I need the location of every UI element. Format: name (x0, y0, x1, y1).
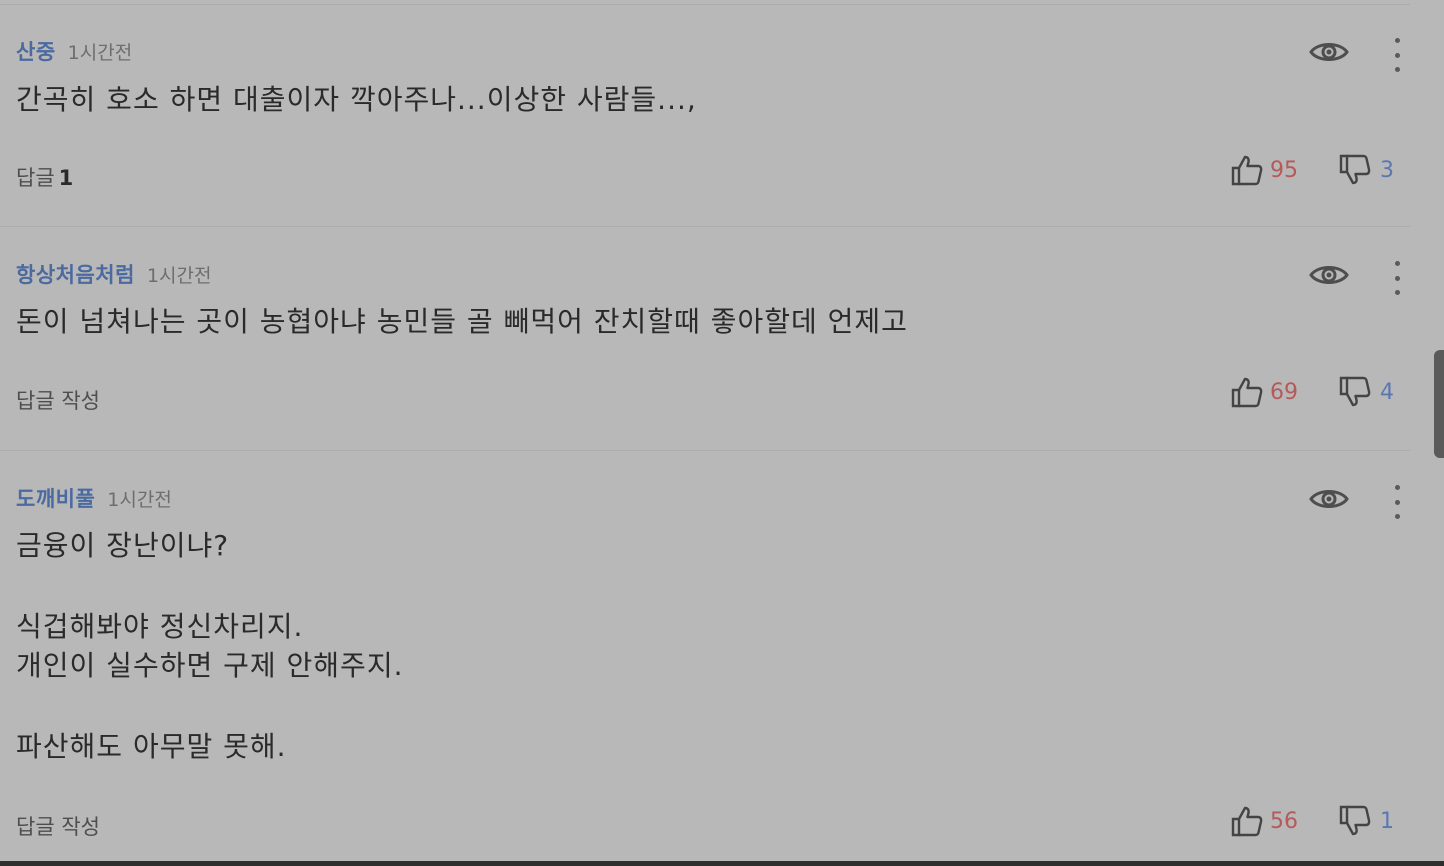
bottom-edge (0, 861, 1444, 866)
comment-time: 1시간전 (146, 265, 212, 287)
more-options-icon[interactable] (1388, 38, 1406, 72)
reply-label: 답글 작성 (16, 815, 100, 839)
comment-list: 산중 1시간전 간곡히 호소 하면 대출이자 깍아주나...이상한 사람들...… (0, 0, 1444, 866)
like-count: 56 (1270, 808, 1298, 834)
comment-author[interactable]: 도깨비풀 (16, 483, 95, 513)
dislike-count: 4 (1380, 379, 1394, 405)
comment-text: 간곡히 호소 하면 대출이자 깍아주나...이상한 사람들..., (16, 83, 697, 116)
comment-text-line: 식겁해봐야 정신차리지. (16, 610, 304, 643)
dislike-button[interactable]: 1 (1338, 804, 1394, 838)
comment-divider (0, 450, 1410, 451)
comment-header: 산중 1시간전 (16, 36, 132, 66)
like-button[interactable]: 56 (1230, 804, 1298, 838)
reply-button[interactable]: 답글 작성 (16, 385, 100, 415)
comment-text-line: 파산해도 아무말 못해. (16, 730, 287, 763)
reply-count: 1 (58, 166, 74, 190)
dislike-count: 3 (1380, 157, 1394, 183)
comment-header: 항상처음처럼 1시간전 (16, 259, 211, 289)
eye-icon[interactable] (1308, 261, 1350, 289)
comment-author[interactable]: 산중 (16, 36, 56, 66)
dislike-button[interactable]: 4 (1338, 375, 1394, 409)
thumbs-down-icon (1339, 154, 1371, 185)
top-divider (0, 4, 1410, 5)
dislike-count: 1 (1380, 808, 1394, 834)
comment-text: 돈이 넘쳐나는 곳이 농협아냐 농민들 골 빼먹어 잔치할때 좋아할데 언제고 (16, 305, 908, 338)
eye-icon[interactable] (1308, 38, 1350, 66)
thumbs-up-icon (1231, 377, 1263, 408)
reply-button[interactable]: 답글 1 (16, 162, 73, 192)
like-count: 95 (1270, 157, 1298, 183)
thumbs-down-icon (1339, 805, 1371, 836)
eye-icon[interactable] (1308, 485, 1350, 513)
comment-divider (0, 226, 1410, 227)
like-button[interactable]: 95 (1230, 153, 1298, 187)
reply-button[interactable]: 답글 작성 (16, 811, 100, 841)
more-options-icon[interactable] (1388, 261, 1406, 295)
reply-label: 답글 작성 (16, 389, 100, 413)
like-count: 69 (1270, 379, 1298, 405)
comment-time: 1시간전 (67, 42, 133, 64)
comment-time: 1시간전 (107, 489, 172, 511)
thumbs-up-icon (1231, 155, 1263, 186)
dislike-button[interactable]: 3 (1338, 153, 1394, 187)
comment-header: 도깨비풀 1시간전 (16, 483, 172, 513)
like-button[interactable]: 69 (1230, 375, 1298, 409)
scrollbar-handle[interactable] (1434, 350, 1444, 458)
reply-label: 답글 (16, 166, 55, 190)
comment-author[interactable]: 항상처음처럼 (16, 259, 135, 289)
thumbs-up-icon (1231, 806, 1263, 837)
comment-text-line: 금융이 장난이냐? (16, 529, 230, 562)
comment-text-line: 개인이 실수하면 구제 안해주지. (16, 649, 404, 682)
more-options-icon[interactable] (1388, 485, 1406, 519)
thumbs-down-icon (1339, 376, 1371, 407)
